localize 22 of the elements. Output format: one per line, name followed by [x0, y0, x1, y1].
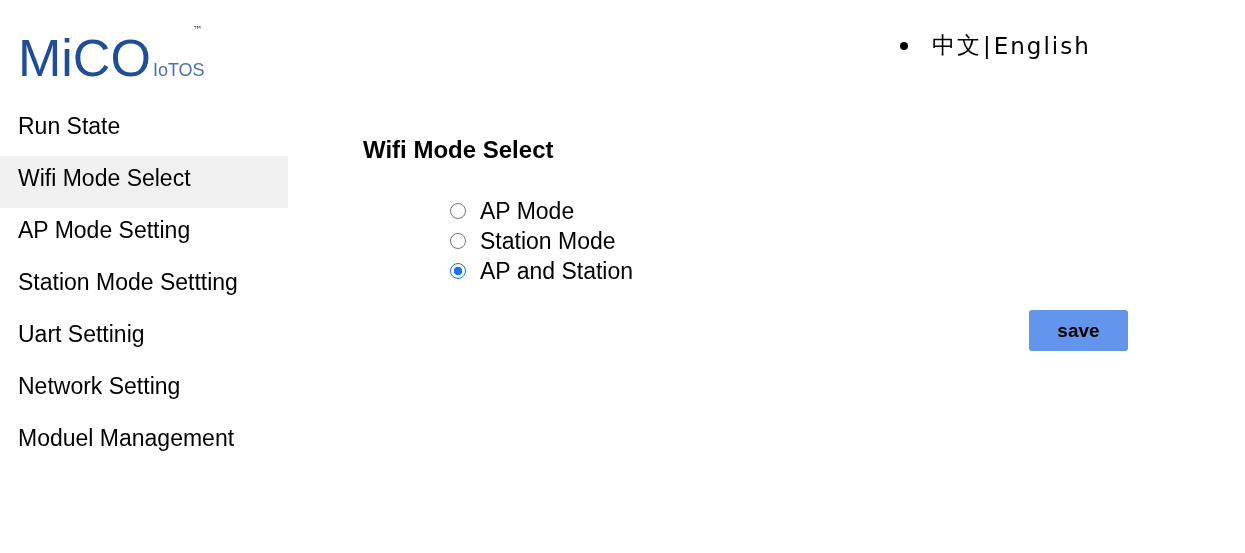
- radio-button[interactable]: [450, 203, 466, 219]
- language-link[interactable]: English: [993, 32, 1091, 59]
- sidebar-item[interactable]: Network Setting: [0, 364, 288, 416]
- radio-label: AP Mode: [480, 197, 575, 225]
- save-button[interactable]: save: [1029, 310, 1128, 351]
- radio-button[interactable]: [450, 263, 466, 279]
- logo-text: MiCO: [18, 32, 151, 84]
- sidebar-item[interactable]: Moduel Management: [0, 416, 288, 468]
- trademark-symbol: ™: [192, 24, 203, 36]
- sidebar-item[interactable]: AP Mode Setting: [0, 208, 288, 260]
- language-link[interactable]: 中文: [932, 30, 982, 61]
- sidebar-item[interactable]: Station Mode Settting: [0, 260, 288, 312]
- sidebar-item[interactable]: Uart Settinig: [0, 312, 288, 364]
- radio-button[interactable]: [450, 233, 466, 249]
- section-title: Wifi Mode Select: [363, 136, 555, 164]
- logo-subtext: IoTOS: [152, 60, 205, 80]
- sidebar-item[interactable]: Run State: [0, 104, 288, 156]
- separator: |: [982, 32, 994, 59]
- bullet-icon: [900, 41, 908, 50]
- radio-label: Station Mode: [480, 227, 616, 255]
- radio-label: AP and Station: [480, 257, 634, 285]
- sidebar-item[interactable]: Wifi Mode Select: [0, 156, 288, 208]
